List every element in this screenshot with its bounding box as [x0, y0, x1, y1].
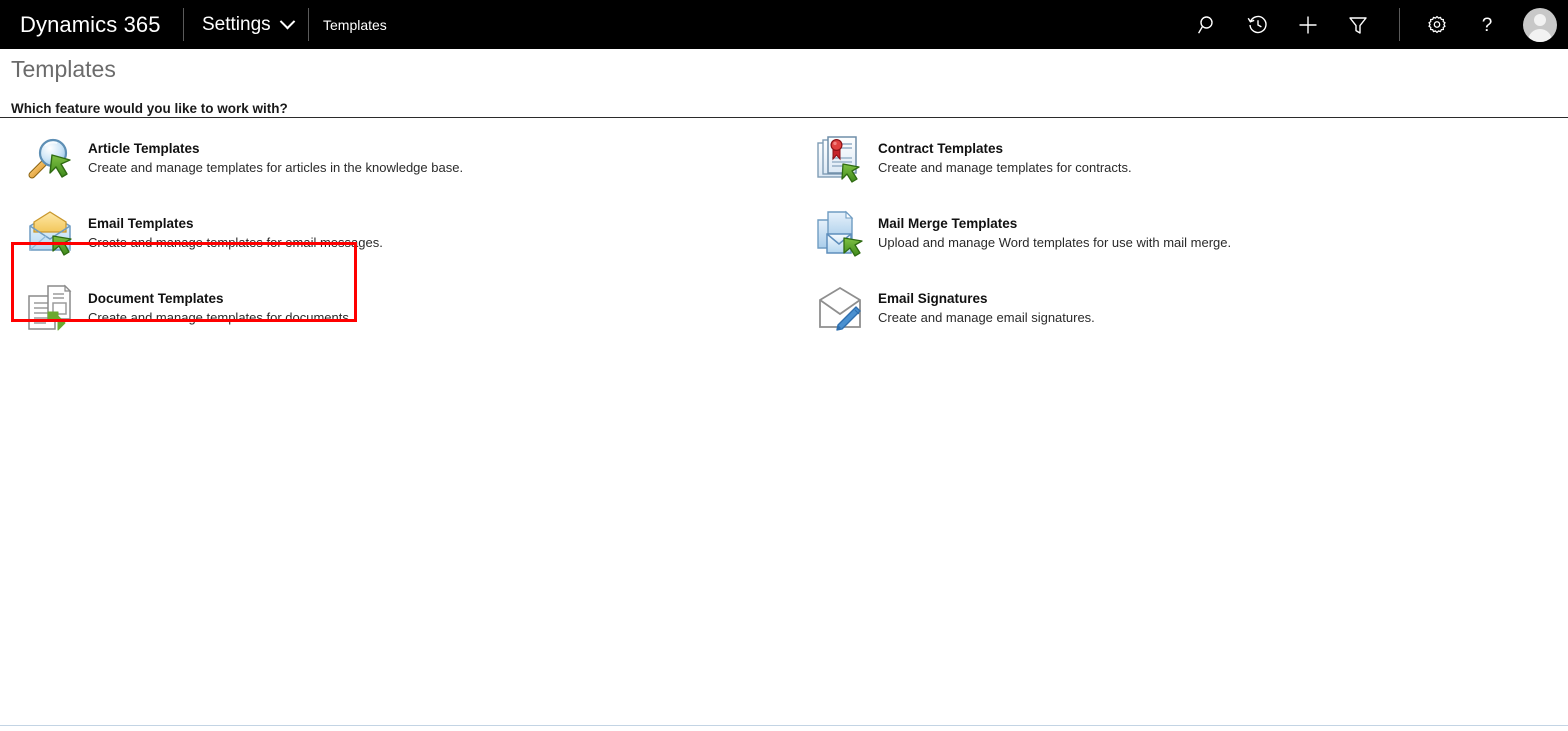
- feature-description: Create and manage templates for articles…: [88, 160, 464, 175]
- breadcrumb-label: Templates: [323, 16, 387, 33]
- section-divider: [0, 117, 1568, 118]
- module-label: Settings: [202, 13, 271, 35]
- feature-grid: Article Templates Create and manage temp…: [0, 126, 1568, 351]
- section-question: Which feature would you like to work wit…: [11, 101, 288, 116]
- email-templates-icon: [24, 208, 76, 260]
- page-body: Templates Which feature would you like t…: [0, 49, 1568, 731]
- feature-description: Create and manage templates for document…: [88, 310, 353, 325]
- svg-text:?: ?: [1482, 15, 1493, 36]
- module-switcher[interactable]: Settings: [184, 0, 308, 49]
- breadcrumb[interactable]: Templates: [309, 0, 387, 49]
- article-templates-icon: [24, 133, 76, 185]
- contract-templates-icon: [814, 133, 866, 185]
- feature-title: Mail Merge Templates: [878, 216, 1018, 231]
- feature-item-mail-merge-templates[interactable]: Mail Merge Templates Upload and manage W…: [790, 201, 1568, 276]
- avatar-image: [1523, 7, 1557, 42]
- feature-description: Create and manage email signatures.: [878, 310, 1095, 325]
- feature-text: Document Templates Create and manage tem…: [76, 284, 352, 328]
- feature-column-right: Contract Templates Create and manage tem…: [790, 126, 1568, 201]
- feature-column-right: Mail Merge Templates Upload and manage W…: [790, 201, 1568, 276]
- feature-description: Upload and manage Word templates for use…: [878, 235, 1232, 250]
- chevron-down-icon: [279, 13, 295, 30]
- page-title: Templates: [11, 56, 116, 82]
- gear-icon[interactable]: [1412, 0, 1462, 49]
- feature-item-email-templates[interactable]: Email Templates Create and manage templa…: [0, 201, 790, 276]
- filter-icon[interactable]: [1333, 0, 1383, 49]
- feature-row: Email Templates Create and manage templa…: [0, 201, 1568, 276]
- feature-text: Email Templates Create and manage templa…: [76, 209, 383, 253]
- feature-column-left: Document Templates Create and manage tem…: [0, 276, 790, 351]
- feature-title: Document Templates: [88, 291, 224, 306]
- feature-title: Article Templates: [88, 141, 200, 156]
- brand-logo[interactable]: Dynamics 365: [0, 0, 183, 49]
- brand-label: Dynamics 365: [20, 11, 161, 37]
- feature-text: Article Templates Create and manage temp…: [76, 134, 463, 178]
- feature-item-article-templates[interactable]: Article Templates Create and manage temp…: [0, 126, 790, 201]
- feature-item-document-templates[interactable]: Document Templates Create and manage tem…: [0, 276, 790, 351]
- feature-text: Email Signatures Create and manage email…: [866, 284, 1095, 328]
- feature-column-left: Email Templates Create and manage templa…: [0, 201, 790, 276]
- nav-icon-group: ?: [1183, 0, 1568, 49]
- nav-divider-3: [1399, 8, 1400, 41]
- feature-title: Contract Templates: [878, 141, 1004, 156]
- feature-item-contract-templates[interactable]: Contract Templates Create and manage tem…: [790, 126, 1568, 201]
- mail-merge-templates-icon: [814, 208, 866, 260]
- feature-column-left: Article Templates Create and manage temp…: [0, 126, 790, 201]
- feature-description: Create and manage templates for contract…: [878, 160, 1132, 175]
- document-templates-icon: [24, 283, 76, 335]
- search-icon[interactable]: [1183, 0, 1233, 49]
- feature-row: Article Templates Create and manage temp…: [0, 126, 1568, 201]
- email-signatures-icon: [814, 283, 866, 335]
- feature-item-email-signatures[interactable]: Email Signatures Create and manage email…: [790, 276, 1568, 351]
- feature-column-right: Email Signatures Create and manage email…: [790, 276, 1568, 351]
- user-avatar[interactable]: [1512, 0, 1568, 49]
- feature-title: Email Templates: [88, 216, 194, 231]
- feature-title: Email Signatures: [878, 291, 988, 306]
- help-icon[interactable]: ?: [1462, 0, 1512, 49]
- feature-text: Mail Merge Templates Upload and manage W…: [866, 209, 1231, 253]
- bottom-divider: [0, 725, 1568, 726]
- top-navigation-bar: Dynamics 365 Settings Templates ?: [0, 0, 1568, 49]
- plus-icon[interactable]: [1283, 0, 1333, 49]
- feature-description: Create and manage templates for email me…: [88, 235, 383, 250]
- feature-row: Document Templates Create and manage tem…: [0, 276, 1568, 351]
- history-icon[interactable]: [1233, 0, 1283, 49]
- feature-text: Contract Templates Create and manage tem…: [866, 134, 1132, 178]
